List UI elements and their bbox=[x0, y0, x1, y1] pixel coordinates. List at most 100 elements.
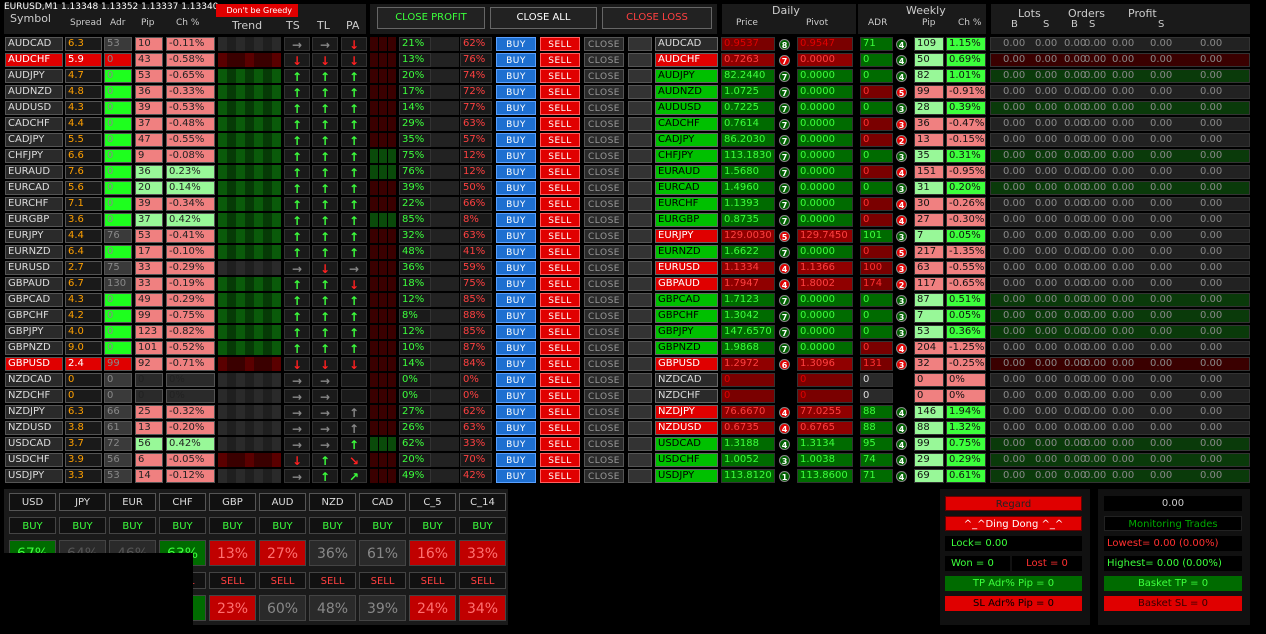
close-button[interactable]: CLOSE bbox=[584, 181, 624, 195]
buy-button[interactable]: BUY bbox=[496, 165, 536, 179]
currency-buy-button[interactable]: BUY bbox=[359, 517, 406, 534]
extra-button[interactable] bbox=[628, 101, 652, 115]
sell-button[interactable]: SELL bbox=[540, 469, 580, 483]
currency-buy-button[interactable]: BUY bbox=[59, 517, 106, 534]
extra-button[interactable] bbox=[628, 389, 652, 403]
close-button[interactable]: CLOSE bbox=[584, 421, 624, 435]
extra-button[interactable] bbox=[628, 213, 652, 227]
currency-buy-button[interactable]: BUY bbox=[159, 517, 206, 534]
buy-button[interactable]: BUY bbox=[496, 469, 536, 483]
extra-button[interactable] bbox=[628, 357, 652, 371]
buy-button[interactable]: BUY bbox=[496, 53, 536, 67]
close-button[interactable]: CLOSE bbox=[584, 53, 624, 67]
currency-usd[interactable]: USD bbox=[9, 493, 56, 511]
close-button[interactable]: CLOSE bbox=[584, 165, 624, 179]
buy-button[interactable]: BUY bbox=[496, 357, 536, 371]
buy-button[interactable]: BUY bbox=[496, 85, 536, 99]
currency-sell-button[interactable]: SELL bbox=[359, 572, 406, 589]
sell-button[interactable]: SELL bbox=[540, 261, 580, 275]
extra-button[interactable] bbox=[628, 133, 652, 147]
extra-button[interactable] bbox=[628, 453, 652, 467]
buy-button[interactable]: BUY bbox=[496, 117, 536, 131]
sell-button[interactable]: SELL bbox=[540, 245, 580, 259]
close-button[interactable]: CLOSE bbox=[584, 405, 624, 419]
sell-button[interactable]: SELL bbox=[540, 69, 580, 83]
close-loss-button[interactable]: CLOSE LOSS bbox=[602, 7, 712, 29]
sell-button[interactable]: SELL bbox=[540, 37, 580, 51]
buy-button[interactable]: BUY bbox=[496, 213, 536, 227]
buy-button[interactable]: BUY bbox=[496, 373, 536, 387]
extra-button[interactable] bbox=[628, 341, 652, 355]
currency-aud[interactable]: AUD bbox=[259, 493, 306, 511]
sell-button[interactable]: SELL bbox=[540, 373, 580, 387]
sell-button[interactable]: SELL bbox=[540, 181, 580, 195]
close-button[interactable]: CLOSE bbox=[584, 453, 624, 467]
extra-button[interactable] bbox=[628, 373, 652, 387]
sell-button[interactable]: SELL bbox=[540, 53, 580, 67]
buy-button[interactable]: BUY bbox=[496, 293, 536, 307]
currency-sell-button[interactable]: SELL bbox=[259, 572, 306, 589]
extra-button[interactable] bbox=[628, 197, 652, 211]
close-button[interactable]: CLOSE bbox=[584, 309, 624, 323]
currency-sell-button[interactable]: SELL bbox=[209, 572, 256, 589]
buy-button[interactable]: BUY bbox=[496, 101, 536, 115]
close-button[interactable]: CLOSE bbox=[584, 197, 624, 211]
currency-buy-button[interactable]: BUY bbox=[109, 517, 156, 534]
currency-eur[interactable]: EUR bbox=[109, 493, 156, 511]
buy-button[interactable]: BUY bbox=[496, 197, 536, 211]
sell-button[interactable]: SELL bbox=[540, 165, 580, 179]
sell-button[interactable]: SELL bbox=[540, 437, 580, 451]
extra-button[interactable] bbox=[628, 149, 652, 163]
extra-button[interactable] bbox=[628, 405, 652, 419]
extra-button[interactable] bbox=[628, 261, 652, 275]
close-all-button[interactable]: CLOSE ALL bbox=[490, 7, 597, 29]
sell-button[interactable]: SELL bbox=[540, 421, 580, 435]
buy-button[interactable]: BUY bbox=[496, 149, 536, 163]
extra-button[interactable] bbox=[628, 117, 652, 131]
close-button[interactable]: CLOSE bbox=[584, 325, 624, 339]
close-button[interactable]: CLOSE bbox=[584, 101, 624, 115]
buy-button[interactable]: BUY bbox=[496, 453, 536, 467]
currency-chf[interactable]: CHF bbox=[159, 493, 206, 511]
close-button[interactable]: CLOSE bbox=[584, 69, 624, 83]
close-button[interactable]: CLOSE bbox=[584, 245, 624, 259]
extra-button[interactable] bbox=[628, 37, 652, 51]
close-profit-button[interactable]: CLOSE PROFIT bbox=[377, 7, 485, 29]
extra-button[interactable] bbox=[628, 437, 652, 451]
extra-button[interactable] bbox=[628, 277, 652, 291]
extra-button[interactable] bbox=[628, 309, 652, 323]
extra-button[interactable] bbox=[628, 421, 652, 435]
close-button[interactable]: CLOSE bbox=[584, 85, 624, 99]
buy-button[interactable]: BUY bbox=[496, 389, 536, 403]
buy-button[interactable]: BUY bbox=[496, 277, 536, 291]
close-button[interactable]: CLOSE bbox=[584, 229, 624, 243]
currency-buy-button[interactable]: BUY bbox=[259, 517, 306, 534]
sell-button[interactable]: SELL bbox=[540, 213, 580, 227]
close-button[interactable]: CLOSE bbox=[584, 277, 624, 291]
currency-sell-button[interactable]: SELL bbox=[459, 572, 506, 589]
sell-button[interactable]: SELL bbox=[540, 117, 580, 131]
currency-buy-button[interactable]: BUY bbox=[459, 517, 506, 534]
sell-button[interactable]: SELL bbox=[540, 325, 580, 339]
close-button[interactable]: CLOSE bbox=[584, 357, 624, 371]
extra-button[interactable] bbox=[628, 165, 652, 179]
buy-button[interactable]: BUY bbox=[496, 309, 536, 323]
close-button[interactable]: CLOSE bbox=[584, 373, 624, 387]
extra-button[interactable] bbox=[628, 53, 652, 67]
extra-button[interactable] bbox=[628, 245, 652, 259]
currency-sell-button[interactable]: SELL bbox=[309, 572, 356, 589]
buy-button[interactable]: BUY bbox=[496, 341, 536, 355]
sell-button[interactable]: SELL bbox=[540, 293, 580, 307]
sell-button[interactable]: SELL bbox=[540, 197, 580, 211]
extra-button[interactable] bbox=[628, 469, 652, 483]
extra-button[interactable] bbox=[628, 325, 652, 339]
currency-buy-button[interactable]: BUY bbox=[309, 517, 356, 534]
close-button[interactable]: CLOSE bbox=[584, 389, 624, 403]
close-button[interactable]: CLOSE bbox=[584, 469, 624, 483]
close-button[interactable]: CLOSE bbox=[584, 341, 624, 355]
sell-button[interactable]: SELL bbox=[540, 85, 580, 99]
currency-jpy[interactable]: JPY bbox=[59, 493, 106, 511]
buy-button[interactable]: BUY bbox=[496, 421, 536, 435]
currency-buy-button[interactable]: BUY bbox=[409, 517, 456, 534]
close-button[interactable]: CLOSE bbox=[584, 117, 624, 131]
